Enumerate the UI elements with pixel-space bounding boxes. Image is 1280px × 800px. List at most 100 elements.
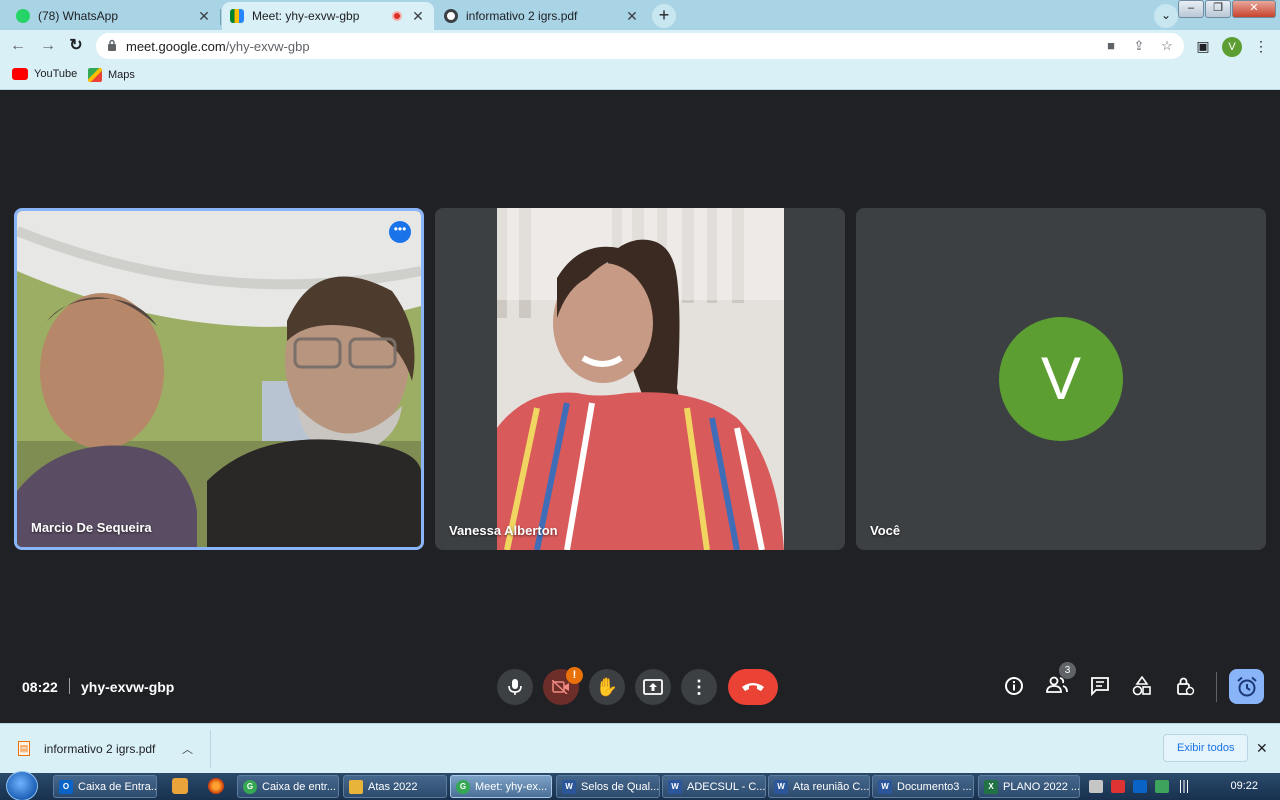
meet-control-bar: 08:22 yhy-exvw-gbp ! ✋ ⋮ 3	[0, 648, 1280, 723]
participant-name: Vanessa Alberton	[449, 523, 558, 538]
download-item[interactable]: ▤ informativo 2 igrs.pdf	[18, 741, 155, 756]
close-tab-icon[interactable]: ✕	[196, 8, 212, 25]
tab-whatsapp[interactable]: (78) WhatsApp ✕	[8, 2, 221, 30]
taskbar-label: Atas 2022	[368, 780, 418, 793]
participant-tile-marcio[interactable]: ••• Marcio De Sequeira	[14, 208, 424, 550]
taskbar-item[interactable]: W Documento3 ...	[872, 775, 974, 798]
download-filename: informativo 2 igrs.pdf	[44, 741, 156, 756]
activities-shapes-icon[interactable]	[1131, 675, 1153, 698]
divider	[1216, 672, 1217, 702]
camera-off-icon	[551, 679, 569, 695]
restore-icon[interactable]: ❐	[1205, 0, 1231, 18]
word-icon: W	[774, 779, 788, 794]
camera-permission-icon[interactable]: ■	[1103, 38, 1119, 54]
taskbar-label: Meet: yhy-ex...	[475, 780, 548, 793]
close-icon[interactable]: ✕	[1256, 740, 1268, 757]
close-tab-icon[interactable]: ✕	[410, 8, 426, 25]
taskbar-item[interactable]: W Selos de Qual...	[556, 775, 660, 798]
participant-tile-self[interactable]: V Você	[856, 208, 1266, 550]
close-window-icon[interactable]: ✕	[1232, 0, 1276, 18]
bookmark-maps[interactable]: Maps	[88, 68, 135, 82]
taskbar-label: Caixa de entr...	[262, 780, 336, 793]
minimize-icon[interactable]: –	[1178, 0, 1204, 18]
security-shield-icon[interactable]	[1155, 780, 1169, 793]
taskbar-item[interactable]: X PLANO 2022 ...	[978, 775, 1080, 798]
address-path: /yhy-exvw-gbp	[225, 39, 310, 54]
bookmark-youtube[interactable]: YouTube	[12, 68, 77, 80]
leave-call-button[interactable]	[728, 669, 778, 705]
host-controls-lock-icon[interactable]	[1174, 676, 1196, 698]
present-button[interactable]	[635, 669, 671, 705]
maps-icon	[88, 68, 102, 82]
chat-icon[interactable]	[1089, 676, 1111, 698]
raise-hand-button[interactable]: ✋	[589, 669, 625, 705]
taskbar-item[interactable]: O Caixa de Entra...	[53, 775, 157, 798]
back-icon[interactable]: ←	[6, 34, 30, 58]
outlook-icon: O	[59, 779, 73, 794]
show-all-downloads-button[interactable]: Exibir todos	[1163, 734, 1249, 762]
outlook-tray-icon[interactable]	[1133, 780, 1147, 793]
taskbar-label: PLANO 2022 ...	[1003, 780, 1080, 793]
reload-icon[interactable]: ↻	[64, 34, 88, 58]
tab-meet[interactable]: Meet: yhy-exvw-gbp ✕	[222, 2, 434, 30]
meeting-details-icon[interactable]	[1003, 676, 1025, 698]
participant-tile-vanessa[interactable]: Vanessa Alberton	[435, 208, 845, 550]
whatsapp-icon	[16, 9, 30, 23]
address-url: meet.google.com/yhy-exvw-gbp	[126, 39, 310, 54]
chevron-up-icon[interactable]: ︿	[182, 741, 193, 757]
tab-title: (78) WhatsApp	[38, 9, 119, 23]
globe-icon	[444, 9, 458, 23]
taskbar-item[interactable]: G Caixa de entr...	[237, 775, 339, 798]
start-button[interactable]	[6, 771, 38, 800]
more-vert-icon: ⋮	[690, 677, 708, 697]
lock-icon	[108, 39, 116, 51]
taskbar-label: ADECSUL - C...	[687, 780, 766, 793]
tab-search-button[interactable]: ⌄	[1154, 4, 1178, 28]
word-icon: W	[562, 779, 576, 794]
tab-pdf[interactable]: informativo 2 igrs.pdf ✕	[436, 2, 648, 30]
signal-bars-icon[interactable]	[1177, 780, 1191, 793]
side-panel-icon[interactable]: ▣	[1195, 38, 1211, 54]
meeting-code: yhy-exvw-gbp	[81, 679, 175, 695]
people-icon[interactable]	[1046, 676, 1068, 698]
youtube-icon	[12, 68, 28, 80]
taskbar-label: Caixa de Entra...	[78, 780, 157, 793]
volume-muted-icon[interactable]	[1089, 780, 1103, 793]
bookmarks-bar: YouTube Maps	[0, 62, 1280, 90]
firefox-icon[interactable]	[208, 778, 224, 794]
media-player-icon[interactable]	[172, 778, 188, 794]
alarm-clock-icon	[1237, 676, 1257, 697]
microphone-button[interactable]	[497, 669, 533, 705]
tab-title: informativo 2 igrs.pdf	[466, 9, 578, 23]
forward-icon[interactable]: →	[36, 34, 60, 58]
taskbar-item[interactable]: W Ata reunião C...	[768, 775, 870, 798]
word-icon: W	[668, 779, 682, 794]
close-tab-icon[interactable]: ✕	[624, 8, 640, 25]
raise-hand-icon: ✋	[595, 677, 619, 697]
excel-icon: X	[984, 779, 998, 794]
more-options-button[interactable]: ⋮	[681, 669, 717, 705]
hangup-phone-icon	[742, 683, 764, 691]
menu-kebab-icon[interactable]: ⋮	[1253, 38, 1269, 54]
download-shelf: ▤ informativo 2 igrs.pdf ︿ Exibir todos …	[0, 723, 1280, 773]
microphone-icon	[508, 679, 522, 695]
system-clock[interactable]: 09:22	[1230, 780, 1258, 792]
pdf-file-icon: ▤	[18, 741, 30, 756]
taskbar-label: Ata reunião C...	[793, 780, 870, 793]
share-icon[interactable]: ⇪	[1131, 38, 1147, 54]
taskbar-item[interactable]: W ADECSUL - C...	[662, 775, 766, 798]
timer-alarm-button[interactable]	[1229, 669, 1264, 704]
taskbar-label: Selos de Qual...	[581, 780, 660, 793]
network-error-icon[interactable]	[1111, 780, 1125, 793]
profile-avatar[interactable]: V	[1222, 37, 1242, 57]
address-bar[interactable]: meet.google.com/yhy-exvw-gbp ■ ⇪ ☆	[96, 33, 1184, 59]
bookmark-star-icon[interactable]: ☆	[1159, 38, 1175, 54]
bookmark-label: Maps	[108, 69, 135, 81]
taskbar-item[interactable]: G Meet: yhy-ex...	[450, 775, 552, 798]
window-controls: – ❐ ✕	[1177, 0, 1276, 18]
tile-more-options-icon[interactable]: •••	[389, 221, 411, 243]
divider	[210, 730, 211, 768]
taskbar-item[interactable]: Atas 2022	[343, 775, 447, 798]
taskbar-label: Documento3 ...	[897, 780, 972, 793]
new-tab-button[interactable]: +	[652, 4, 676, 28]
